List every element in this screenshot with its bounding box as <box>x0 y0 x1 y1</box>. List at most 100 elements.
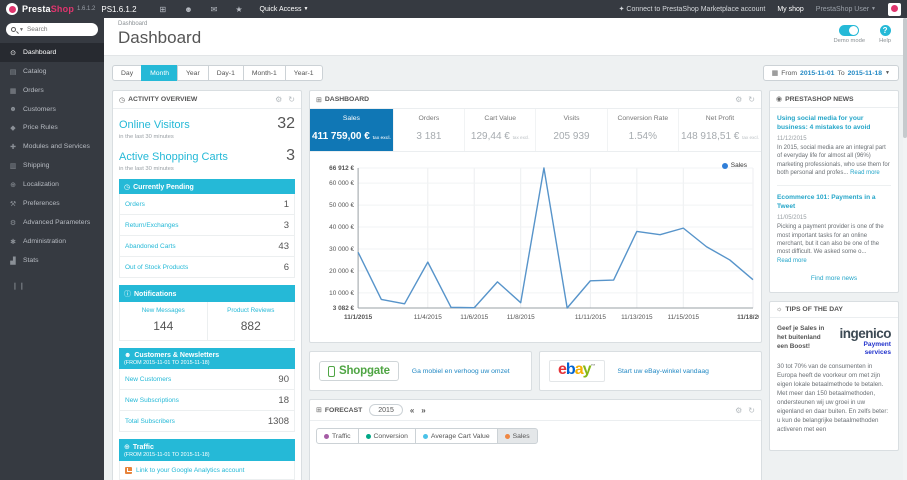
sidebar-item-stats[interactable]: ▟ Stats <box>0 251 104 270</box>
modules-icon: ✚ <box>10 143 16 151</box>
toggle-icon[interactable] <box>839 25 860 36</box>
panel-title: ☼ TIPS OF THE DAY <box>776 306 843 314</box>
chart-legend[interactable]: Sales <box>721 162 747 169</box>
gear-icon[interactable]: ⚙ <box>275 95 282 104</box>
trophy-icon[interactable]: ★ <box>235 5 242 14</box>
search-input[interactable] <box>26 26 93 33</box>
sidebar-item-catalog[interactable]: ▤ Catalog <box>0 62 104 81</box>
svg-text:3 082 €: 3 082 € <box>333 305 355 312</box>
localization-icon: ⊕ <box>10 181 16 189</box>
active-carts-link[interactable]: Active Shopping Carts <box>119 151 228 163</box>
shopgate-banner[interactable]: Shopgate Ga mobiel en verhoog uw omzet <box>309 351 532 391</box>
sidebar-item-label: Localization <box>23 181 59 188</box>
shopgate-logo: Shopgate <box>319 361 399 381</box>
cart-icon[interactable]: ⊞ <box>160 5 167 14</box>
sidebar-collapse-button[interactable]: ❙❙ <box>12 282 104 290</box>
scrollbar-thumb[interactable] <box>903 18 907 138</box>
marketplace-link[interactable]: ✦ Connect to PrestaShop Marketplace acco… <box>619 5 766 13</box>
online-visitors-link[interactable]: Online Visitors <box>119 119 190 131</box>
new-subscriptions-row[interactable]: New Subscriptions 18 <box>119 390 295 411</box>
gear-icon[interactable]: ⚙ <box>735 406 742 415</box>
kpi-visits-tab[interactable]: Visits 205 939 <box>536 109 608 151</box>
sidebar-item-shipping[interactable]: ▥ Shipping <box>0 156 104 175</box>
help-label: Help <box>879 38 891 44</box>
toggle-traffic[interactable]: Traffic <box>316 428 359 444</box>
pending-orders-row[interactable]: Orders 1 <box>119 194 295 215</box>
customers-icon[interactable]: ☻ <box>184 5 192 14</box>
user-menu[interactable]: PrestaShop User ▼ <box>816 6 876 13</box>
news-article-title[interactable]: Ecommerce 101: Payments in a Tweet <box>777 194 891 212</box>
my-shop-link[interactable]: My shop <box>777 6 803 13</box>
gear-icon[interactable]: ⚙ <box>735 95 742 104</box>
sidebar-item-modules[interactable]: ✚ Modules and Services <box>0 137 104 156</box>
shopgate-link[interactable]: Ga mobiel en verhoog uw omzet <box>412 368 510 375</box>
sidebar-item-dashboard[interactable]: ⊙ Dashboard <box>0 43 104 62</box>
kpi-cart-value-tab[interactable]: Cart Value 129,44 € tax excl. <box>465 109 537 151</box>
svg-text:11/4/2015: 11/4/2015 <box>414 314 442 321</box>
refresh-icon[interactable]: ↻ <box>288 95 295 104</box>
toggle-average-cart-value[interactable]: Average Cart Value <box>414 428 498 444</box>
version-label: 1.6.1.2 <box>77 6 96 12</box>
find-more-news-link[interactable]: Find more news <box>777 275 891 282</box>
sidebar-item-customers[interactable]: ☻ Customers <box>0 100 104 118</box>
people-icon: ☻ <box>124 351 132 359</box>
ebay-link[interactable]: Start uw eBay-winkel vandaag <box>618 368 709 375</box>
pending-abandoned-carts-row[interactable]: Abandoned Carts 43 <box>119 236 295 257</box>
svg-text:60 000 €: 60 000 € <box>329 180 354 187</box>
previous-year-button[interactable]: « <box>410 406 414 415</box>
pending-out-of-stock-row[interactable]: Out of Stock Products 6 <box>119 257 295 278</box>
sidebar-search[interactable]: ▼ <box>6 23 98 36</box>
filter-year-button[interactable]: Year <box>176 65 209 81</box>
product-reviews-cell[interactable]: Product Reviews 882 <box>206 302 295 340</box>
quick-access-menu[interactable]: Quick Access ▼ <box>260 6 309 13</box>
help-icon[interactable]: ? <box>879 25 891 36</box>
filter-year-1-button[interactable]: Year-1 <box>284 65 323 81</box>
refresh-icon[interactable]: ↻ <box>748 406 755 415</box>
demo-mode-toggle[interactable]: Demo mode <box>833 25 865 44</box>
next-year-button[interactable]: » <box>421 406 425 415</box>
sidebar-item-preferences[interactable]: ⚒ Preferences <box>0 194 104 213</box>
filter-month-1-button[interactable]: Month-1 <box>242 65 286 81</box>
messages-icon[interactable]: ✉ <box>211 5 218 14</box>
calendar-icon: ▦ <box>771 70 779 77</box>
new-messages-cell[interactable]: New Messages 144 <box>120 302 207 340</box>
pending-returns-row[interactable]: Return/Exchanges 3 <box>119 215 295 236</box>
refresh-icon[interactable]: ↻ <box>748 95 755 104</box>
globe-icon: ⊕ <box>124 443 130 451</box>
filter-day-1-button[interactable]: Day-1 <box>207 65 244 81</box>
filter-month-button[interactable]: Month <box>141 65 178 81</box>
forecast-year: 2015 <box>369 404 403 416</box>
prestashop-logo-icon <box>6 3 18 15</box>
breadcrumb[interactable]: Dashboard <box>118 21 893 27</box>
new-customers-row[interactable]: New Customers 90 <box>119 369 295 390</box>
sidebar-item-administration[interactable]: ✱ Administration <box>0 232 104 251</box>
news-article-title[interactable]: Using social media for your business: 4 … <box>777 115 891 133</box>
sales-dot-icon <box>504 433 510 439</box>
kpi-conversion-rate-tab[interactable]: Conversion Rate 1.54% <box>608 109 679 151</box>
toggle-sales[interactable]: Sales <box>496 428 538 444</box>
demo-mode-label: Demo mode <box>833 38 866 44</box>
panel-title: ⊞ DASHBOARD <box>316 96 370 104</box>
online-visitors-sub: in the last 30 minutes <box>119 134 174 140</box>
catalog-icon: ▤ <box>9 68 17 76</box>
kpi-net-profit-tab[interactable]: Net Profit 148 918,51 € tax excl. <box>679 109 761 151</box>
total-subscribers-row[interactable]: Total Subscribers 1308 <box>119 411 295 432</box>
date-range-picker[interactable]: ▦ From 2015-11-01 To 2015-11-18 ▼ <box>762 65 899 81</box>
google-analytics-link[interactable]: Link to your Google Analytics account <box>119 461 295 480</box>
sidebar-item-localization[interactable]: ⊕ Localization <box>0 175 104 194</box>
help-button[interactable]: ? Help <box>879 25 891 44</box>
svg-text:66 912 €: 66 912 € <box>329 165 354 172</box>
toggle-conversion[interactable]: Conversion <box>357 428 416 444</box>
sidebar-item-advanced-parameters[interactable]: ⚙ Advanced Parameters <box>0 213 104 232</box>
avatar[interactable] <box>888 2 901 16</box>
kpi-orders-tab[interactable]: Orders 3 181 <box>394 109 466 151</box>
sidebar-item-orders[interactable]: ▦ Orders <box>0 81 104 100</box>
sidebar-item-label: Catalog <box>23 68 47 75</box>
filter-day-button[interactable]: Day <box>112 65 143 81</box>
sidebar-item-price-rules[interactable]: ◆ Price Rules <box>0 118 104 137</box>
kpi-sales-tab[interactable]: Sales 411 759,00 € tax excl. <box>310 109 394 151</box>
ebay-banner[interactable]: ebay™ Start uw eBay-winkel vandaag <box>539 351 762 391</box>
read-more-link[interactable]: Read more <box>777 258 807 264</box>
scrollbar[interactable] <box>903 18 907 480</box>
read-more-link[interactable]: Read more <box>850 170 880 176</box>
